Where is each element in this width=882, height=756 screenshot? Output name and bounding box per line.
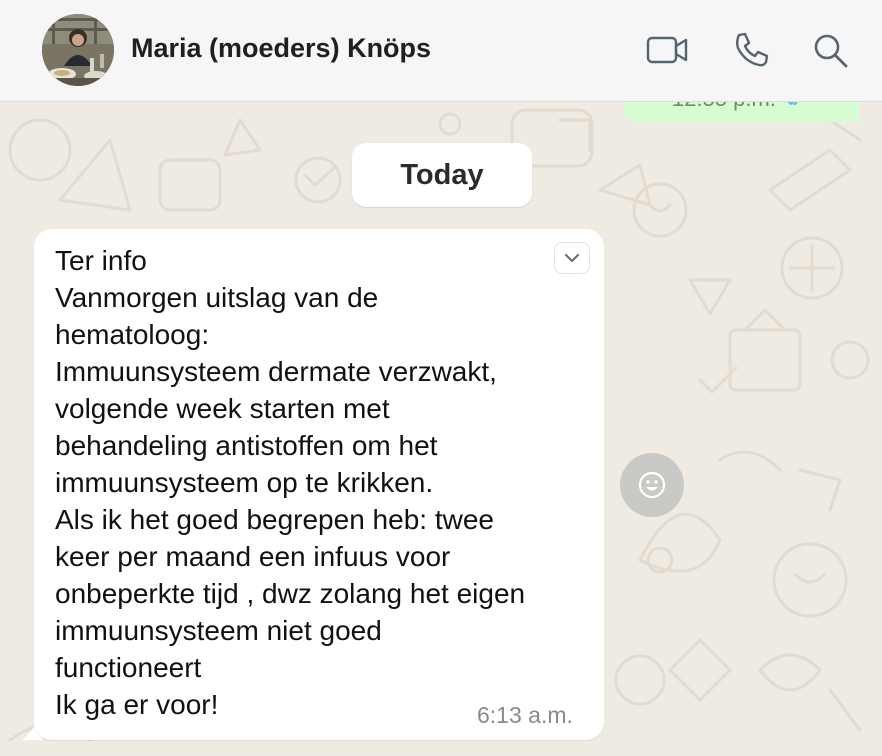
message-menu-button[interactable] bbox=[554, 242, 590, 274]
date-divider-label: Today bbox=[400, 158, 484, 191]
date-divider: Today bbox=[352, 143, 532, 207]
search-button[interactable] bbox=[806, 26, 854, 74]
message-text: Ter info Vanmorgen uitslag van de hemato… bbox=[55, 245, 526, 720]
chat-header: Maria (moeders) Knöps bbox=[0, 0, 882, 102]
chevron-down-icon bbox=[565, 254, 579, 262]
contact-avatar[interactable] bbox=[42, 14, 114, 86]
phone-icon bbox=[736, 32, 769, 67]
contact-name[interactable]: Maria (moeders) Knöps bbox=[131, 33, 431, 64]
contact-photo-icon bbox=[42, 14, 114, 86]
message-time: 6:13 a.m. bbox=[477, 702, 573, 728]
video-camera-icon bbox=[646, 36, 688, 64]
outgoing-bubble-tail bbox=[848, 100, 862, 122]
voice-call-button[interactable] bbox=[726, 26, 774, 74]
video-call-button[interactable] bbox=[644, 26, 692, 74]
react-button[interactable] bbox=[620, 453, 684, 517]
emoji-icon bbox=[638, 471, 666, 499]
incoming-message-bubble[interactable]: Ter info Vanmorgen uitslag van de hemato… bbox=[34, 229, 604, 740]
search-icon bbox=[814, 34, 848, 68]
